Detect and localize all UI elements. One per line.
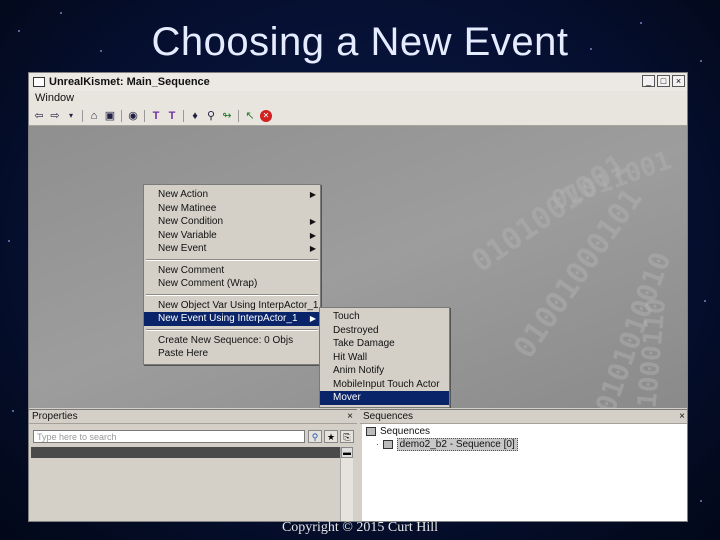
maximize-button[interactable]: □ [657,75,670,87]
properties-title: Properties [32,411,78,422]
search-icon[interactable]: ⚲ [308,430,322,443]
goto-icon[interactable]: ↖ [244,110,256,122]
submenu-arrow-icon: ▶ [309,217,316,226]
sequences-panel: Sequences × Sequences · demo2_b2 - Sequen… [360,409,687,521]
properties-panel: Properties × Type here to search ⚲ ★ ⎘ ▬ [29,409,357,521]
home-icon[interactable]: ⌂ [88,110,100,122]
menu-item-new-event[interactable]: New Event ▶ [144,242,320,256]
menubar: Window [29,91,687,107]
properties-scrollbar[interactable]: ▬ [340,447,353,521]
menu-item-label: New Event Using InterpActor_1 [158,313,298,324]
close-icon[interactable]: × [679,410,685,423]
menu-item-new-matinee[interactable]: New Matinee [144,202,320,216]
submenu-item-mover[interactable]: Mover [320,391,449,405]
tree-node-child[interactable]: · demo2_b2 - Sequence [0] [376,438,518,451]
sequences-title: Sequences [363,411,414,422]
context-menu: New Action ▶ New Matinee New Condition ▶ N… [143,184,321,365]
window-title: UnrealKismet: Main_Sequence [49,76,210,88]
close-icon[interactable]: × [347,410,353,423]
forward-arrow-icon[interactable]: ⇨ [49,110,61,122]
app-icon [33,77,45,87]
menu-item-new-condition[interactable]: New Condition ▶ [144,215,320,229]
stop-icon[interactable]: ✕ [260,110,272,122]
menu-item-label: New Object Var Using InterpActor_1 [158,299,319,311]
align-alt-icon[interactable]: T [166,110,178,122]
parent-sequence-icon[interactable]: ▣ [104,110,116,122]
menu-item-label: New Comment (Wrap) [158,278,258,289]
copyright-footer: Copyright © 2015 Curt Hill [281,520,439,535]
align-icon[interactable]: T [150,110,162,122]
menu-item-new-action[interactable]: New Action ▶ [144,188,320,202]
submenu-item-hit-wall[interactable]: Hit Wall [320,351,449,365]
menu-item-label: Create New Sequence: 0 Objs [158,334,294,346]
menu-separator [146,328,318,331]
toolbar: ⇦ ⇨ ▾ ⌂ ▣ ◉ T T ♦ ⚲ ↬ ↖ ✕ [29,107,687,126]
submenu-item-destroyed[interactable]: Destroyed [320,324,449,338]
menu-item-new-comment-wrap[interactable]: New Comment (Wrap) [144,277,320,291]
properties-list[interactable]: ▬ [31,447,353,521]
menu-item-new-object-var[interactable]: New Object Var Using InterpActor_1 [144,299,320,313]
toolbar-separator [183,110,184,122]
window-titlebar[interactable]: UnrealKismet: Main_Sequence _ □ × [29,73,687,92]
favorites-icon[interactable]: ★ [324,430,338,443]
tree-node-label: demo2_b2 - Sequence [0] [396,438,518,451]
toolbar-separator [144,110,145,122]
menu-item-label: New Matinee [158,202,217,214]
menu-item-new-event-using-interpactor[interactable]: New Event Using InterpActor_1 ▶ [144,312,320,326]
background-star [8,240,10,242]
submenu-arrow-icon: ▶ [309,314,316,323]
kismet-window: UnrealKismet: Main_Sequence _ □ × Window… [28,72,688,522]
toolbar-separator [121,110,122,122]
sequence-icon [382,439,393,449]
properties-header: Properties × [29,410,357,424]
toolbar-separator [82,110,83,122]
light-icon[interactable]: ♦ [189,110,201,122]
tree-expander-icon[interactable]: · [376,440,379,449]
menu-item-label: Paste Here [158,348,209,359]
menu-item-label: New Comment [158,264,225,276]
tree-node-root[interactable]: Sequences [366,426,430,437]
event-submenu: Touch Destroyed Take Damage Hit Wall Ani… [319,307,450,408]
menu-window[interactable]: Window [35,92,74,104]
submenu-arrow-icon: ▶ [309,230,316,240]
scroll-up-icon[interactable]: ▬ [341,447,353,458]
back-arrow-icon[interactable]: ⇦ [33,110,45,122]
slide-title: Choosing a New Event [151,20,569,64]
menu-item-label: New Action [158,189,209,200]
menu-item-paste-here[interactable]: Paste Here [144,347,320,361]
menu-item-label: New Event [158,243,207,254]
link-icon[interactable]: ↬ [221,110,233,122]
kismet-canvas[interactable]: 0101001001 01001000101 0101010010 010001… [29,126,687,408]
submenu-arrow-icon: ▶ [309,190,316,199]
menu-item-create-new-sequence[interactable]: Create New Sequence: 0 Objs [144,334,320,348]
submenu-item-take-damage[interactable]: Take Damage [320,337,449,351]
submenu-item-touch[interactable]: Touch [320,310,449,324]
submenu-item-mobileinput-touch-actor[interactable]: MobileInput Touch Actor [320,378,449,392]
property-category-row[interactable] [31,447,341,458]
menu-separator [146,293,318,296]
tree-node-label: Sequences [380,426,431,437]
menu-item-new-variable[interactable]: New Variable ▶ [144,229,320,243]
search-icon[interactable]: ◉ [127,110,139,122]
submenu-item-anim-notify[interactable]: Anim Notify [320,364,449,378]
background-star [60,12,62,14]
sequences-header: Sequences × [360,410,687,424]
properties-search-input[interactable]: Type here to search [33,430,305,443]
menu-item-new-comment[interactable]: New Comment [144,264,320,278]
menu-separator [146,258,318,261]
copy-icon[interactable]: ⎘ [340,430,354,443]
sequence-icon [366,426,376,436]
minimize-button[interactable]: _ [642,75,655,87]
sequence-tree[interactable]: Sequences · demo2_b2 - Sequence [0] [362,424,687,521]
dropdown-icon[interactable]: ▾ [65,110,77,122]
background-star [700,500,702,502]
toolbar-separator [238,110,239,122]
menu-item-label: New Variable [158,229,217,241]
zoom-icon[interactable]: ⚲ [205,110,217,122]
background-star [704,300,706,302]
close-button[interactable]: × [672,75,685,87]
submenu-arrow-icon: ▶ [309,244,316,253]
menu-item-label: New Condition [158,216,224,227]
background-star [12,410,14,412]
